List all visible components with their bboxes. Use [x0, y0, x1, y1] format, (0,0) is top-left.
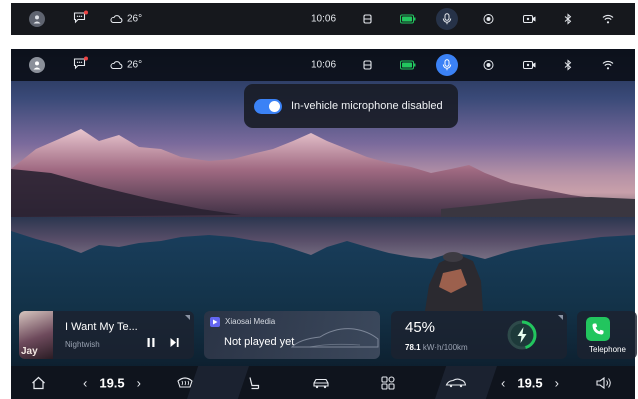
toast-message: In-vehicle microphone disabled — [291, 100, 443, 112]
wifi-icon[interactable] — [602, 14, 614, 24]
microphone-icon — [436, 54, 458, 76]
message-icon[interactable] — [73, 56, 88, 73]
microphone-icon — [436, 8, 458, 30]
microphone-button[interactable] — [436, 54, 458, 76]
air-circulation-button[interactable] — [445, 377, 467, 389]
apps-grid-icon — [381, 375, 395, 390]
card-corner-marker — [558, 315, 563, 320]
battery-percent: 45% — [405, 319, 436, 336]
weather-temp: 26° — [127, 59, 143, 71]
dashcam-icon[interactable] — [523, 60, 536, 70]
song-title: I Want My Te... — [65, 321, 138, 333]
energy-efficiency: 78.1 kW·h/100km — [405, 343, 468, 352]
notification-dot — [84, 56, 88, 61]
microphone-toggle[interactable] — [254, 98, 282, 114]
seat-icon[interactable] — [362, 60, 373, 71]
phone-icon — [586, 317, 610, 341]
right-temp-increase-button[interactable]: › — [555, 375, 559, 390]
seat-icon — [249, 376, 260, 389]
bluetooth-icon[interactable] — [564, 59, 572, 71]
album-art: Jay — [19, 311, 53, 359]
media-status: Not played yet — [224, 336, 295, 348]
seat-control-button[interactable] — [247, 376, 261, 390]
charging-ring-icon — [507, 320, 537, 350]
clock: 10:06 — [311, 13, 337, 25]
defrost-button[interactable] — [176, 376, 194, 390]
car-air-icon — [445, 378, 467, 387]
pause-icon — [147, 338, 155, 347]
music-card[interactable]: Jay I Want My Te... Nightwish — [19, 311, 194, 359]
avatar — [29, 57, 45, 73]
phone-card[interactable]: Telephone — [577, 311, 637, 359]
artist-name: Nightwish — [65, 340, 100, 349]
notification-dot — [84, 10, 88, 15]
avatar — [29, 11, 45, 27]
card-corner-marker — [185, 315, 190, 320]
left-temp-value: 19.5 — [99, 375, 125, 390]
phone-label: Telephone — [589, 345, 626, 354]
seat-icon[interactable] — [362, 14, 373, 25]
microphone-toast: In-vehicle microphone disabled — [244, 84, 458, 128]
cloud-icon — [110, 15, 123, 23]
energy-card[interactable]: 45% 78.1 kW·h/100km — [391, 311, 567, 359]
album-art-text: Jay — [21, 346, 38, 357]
right-temp-decrease-button[interactable]: ‹ — [501, 375, 505, 390]
status-bar: 26° 10:06 — [11, 49, 635, 81]
wifi-icon[interactable] — [602, 60, 614, 70]
microphone-button[interactable] — [436, 8, 458, 30]
car-silhouette-icon — [290, 328, 379, 348]
efficiency-unit: kW·h/100km — [422, 343, 468, 352]
record-icon[interactable] — [483, 14, 494, 25]
battery-icon — [400, 60, 416, 70]
media-card[interactable]: Xiaosai Media Not played yet — [204, 311, 380, 359]
volume-button[interactable] — [596, 376, 612, 389]
weather-temp: 26° — [127, 13, 143, 25]
weather-widget[interactable]: 26° — [110, 14, 142, 25]
weather-widget[interactable]: 26° — [110, 60, 142, 71]
left-temp-control: ‹ 19.5 › — [83, 375, 141, 390]
left-temp-decrease-button[interactable]: ‹ — [83, 375, 87, 390]
hvac-divider — [187, 366, 249, 399]
message-icon[interactable] — [73, 10, 88, 27]
status-bar-preview: 26° 10:06 — [11, 3, 635, 35]
volume-icon — [596, 376, 611, 389]
right-temp-value: 19.5 — [517, 375, 543, 390]
cloud-icon — [110, 61, 123, 69]
home-icon — [32, 376, 45, 389]
left-temp-increase-button[interactable]: › — [137, 375, 141, 390]
battery-icon — [400, 14, 416, 24]
user-avatar[interactable] — [29, 11, 45, 27]
next-button[interactable] — [170, 338, 179, 349]
pause-button[interactable] — [147, 338, 155, 349]
record-icon[interactable] — [483, 60, 494, 71]
efficiency-value: 78.1 — [405, 343, 421, 352]
home-button[interactable] — [31, 376, 46, 390]
next-track-icon — [170, 338, 179, 347]
bottom-dock: ‹ 19.5 › ‹ 19.5 › — [11, 366, 635, 399]
clock: 10:06 — [311, 59, 337, 71]
user-avatar[interactable] — [29, 57, 45, 73]
media-app-name: Xiaosai Media — [225, 317, 276, 326]
dashcam-icon[interactable] — [523, 14, 536, 24]
bluetooth-icon[interactable] — [564, 13, 572, 25]
vehicle-button[interactable] — [312, 377, 330, 389]
media-app-icon — [210, 317, 220, 327]
right-temp-control: ‹ 19.5 › — [501, 375, 559, 390]
car-icon — [313, 378, 329, 388]
rear-defrost-icon — [177, 376, 193, 388]
apps-button[interactable] — [381, 375, 395, 390]
